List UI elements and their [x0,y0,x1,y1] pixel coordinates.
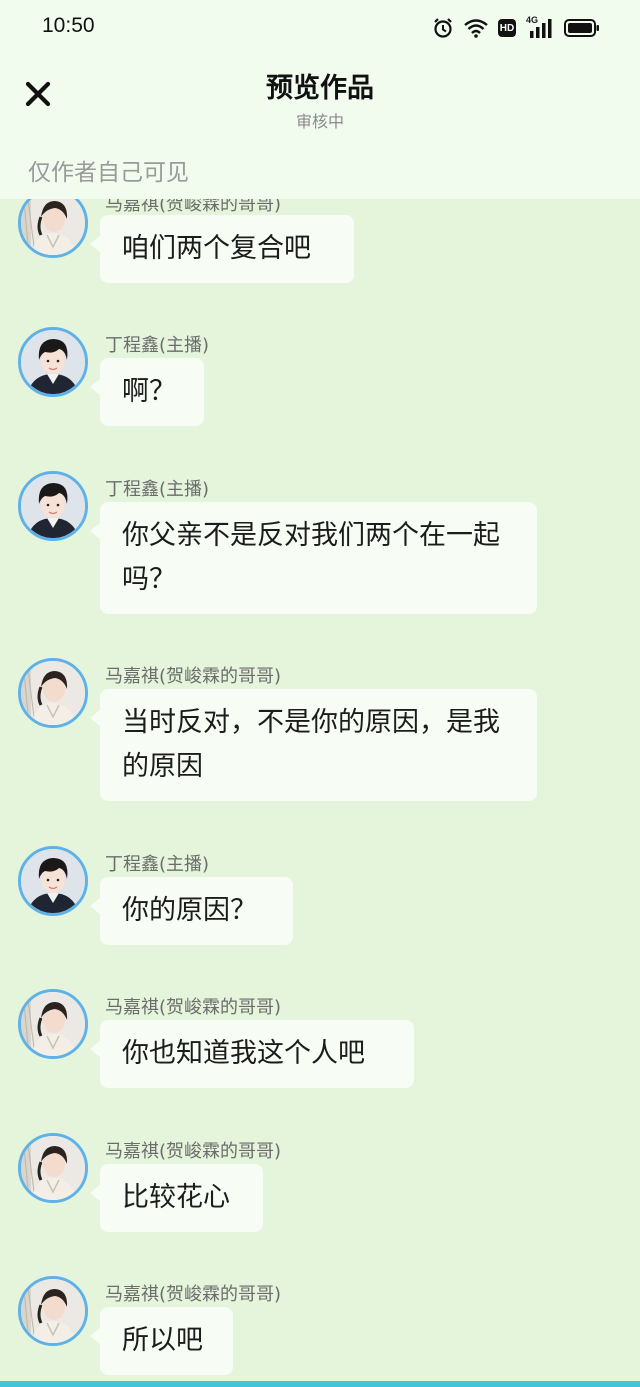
review-status: 审核中 [295,112,344,131]
visibility-note: 仅作者自己可见 [28,160,189,186]
sender-name: 丁程鑫(主播) [105,479,210,500]
alarm-icon [432,17,454,39]
message-bubble[interactable]: 咱们两个复合吧 [90,215,354,283]
avatar[interactable] [18,1133,88,1203]
hd-icon: HD [498,19,516,37]
status-bar: 10:50 HD 4G [0,0,640,56]
avatar[interactable] [18,989,88,1059]
battery-icon [564,18,600,38]
status-icons: HD 4G [432,15,600,41]
page-title: 预览作品 [266,73,374,104]
sender-name: 马嘉祺(贺峻霖的哥哥) [105,997,282,1018]
header: 10:50 HD 4G 预览作品 审核中 仅作者自己可见 [0,0,640,199]
bottom-accent-bar [0,1381,640,1387]
message-bubble[interactable]: 比较花心 [90,1164,263,1232]
sender-name: 马嘉祺(贺峻霖的哥哥) [105,1141,282,1162]
message-bubble[interactable]: 你的原因？ [90,877,293,945]
sender-name: 丁程鑫(主播) [105,854,210,875]
signal-4g-icon: 4G [526,15,554,39]
message-bubble[interactable]: 你也知道我这个人吧 [90,1020,414,1088]
sender-name: 马嘉祺(贺峻霖的哥哥) [105,666,282,687]
chat-feed[interactable]: 马嘉祺(贺峻霖的哥哥) 咱们两个复合吧 丁程鑫(主播) 啊？ 丁程鑫(主播) 你… [0,0,640,1387]
message-bubble[interactable]: 当时反对，不是你的原因，是我的原因 [90,689,537,801]
sender-name: 丁程鑫(主播) [105,335,210,356]
message-bubble[interactable]: 啊？ [90,358,204,426]
wifi-icon [464,18,488,38]
avatar[interactable] [18,327,88,397]
message-bubble[interactable]: 你父亲不是反对我们两个在一起吗？ [90,502,537,614]
message-bubble[interactable]: 所以吧 [90,1307,233,1375]
avatar[interactable] [18,471,88,541]
avatar[interactable] [18,846,88,916]
clock: 10:50 [42,14,95,37]
avatar[interactable] [18,658,88,728]
avatar[interactable] [18,1276,88,1346]
sender-name: 马嘉祺(贺峻霖的哥哥) [105,1284,282,1305]
